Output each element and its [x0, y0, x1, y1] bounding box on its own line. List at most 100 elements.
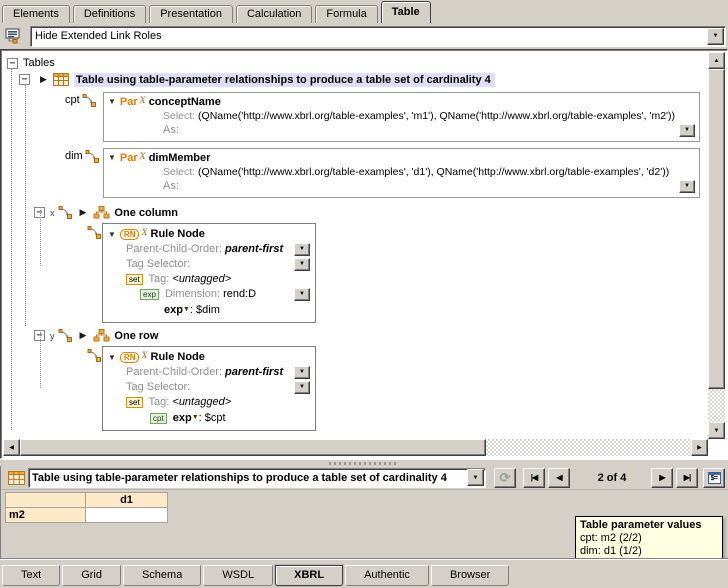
axis-label: y	[50, 331, 55, 341]
parent-child-order-row: Parent-Child-Order: parent-first ▼	[106, 242, 312, 257]
view-tab-bar: Text Grid Schema WSDL XBRL Authentic Bro…	[0, 558, 728, 588]
exp-dropdown-icon[interactable]: ▼	[192, 414, 199, 421]
scroll-left-icon[interactable]: ◀	[3, 439, 20, 456]
collapse-triangle-icon[interactable]: ▼	[108, 97, 116, 106]
parameter-as-line: As: ▼	[106, 179, 697, 195]
tab-presentation[interactable]: Presentation	[149, 5, 233, 23]
link-roles-button[interactable]	[2, 25, 26, 47]
table-title[interactable]: Table using table-parameter relationship…	[74, 73, 495, 87]
collapse-minus-icon[interactable]: −	[7, 58, 18, 69]
vertical-scrollbar[interactable]: ▲ ▼	[708, 52, 725, 439]
rule-node-header[interactable]: ▼ RN X Rule Node	[106, 226, 312, 242]
previous-page-button[interactable]: ◀	[548, 468, 570, 488]
parameter-header[interactable]: ▼ Par X conceptName	[106, 94, 697, 109]
tables-root-label: Tables	[23, 57, 55, 69]
pco-value: parent-first	[225, 366, 283, 378]
exp-keyword: exp	[164, 304, 183, 316]
parameter-name: dimMember	[149, 152, 211, 164]
link-roles-combobox[interactable]: Hide Extended Link Roles ▼	[30, 26, 726, 47]
rule-node-gutter	[87, 223, 102, 323]
tab-definitions[interactable]: Definitions	[73, 5, 146, 23]
tree-row-tables[interactable]: − Tables	[3, 55, 708, 71]
tree-row-one-row[interactable]: − y ▶	[3, 327, 708, 344]
chevron-down-icon[interactable]: ▼	[707, 28, 724, 45]
tab-formula[interactable]: Formula	[315, 5, 377, 23]
collapse-triangle-icon[interactable]: ▼	[108, 230, 116, 239]
panel-splitter[interactable]	[0, 459, 728, 466]
view-tab-browser[interactable]: Browser	[431, 565, 509, 586]
next-page-button[interactable]: ▶	[651, 468, 673, 488]
expand-arrow-icon[interactable]: ▶	[80, 207, 87, 218]
as-label: As:	[163, 124, 179, 136]
rule-node-block-y: ▼ RN X Rule Node Parent-Child-Order: par…	[87, 346, 708, 431]
data-cell[interactable]	[86, 508, 168, 523]
parameter-select-line: Select: (QName('http://www.xbrl.org/tabl…	[106, 165, 697, 179]
tab-calculation[interactable]: Calculation	[236, 5, 312, 23]
rule-node-header[interactable]: ▼ RN X Rule Node	[106, 349, 312, 365]
parameter-gutter: cpt	[65, 92, 103, 142]
column-header-cell[interactable]: d1	[86, 493, 168, 508]
collapse-triangle-icon[interactable]: ▼	[108, 153, 116, 162]
dimension-label: Dimension:	[165, 288, 220, 300]
rule-node-block-x: ▼ RN X Rule Node Parent-Child-Order: par…	[87, 223, 708, 323]
parameter-box-conceptName[interactable]: ▼ Par X conceptName Select: (QName('http…	[103, 92, 700, 142]
chevron-down-icon[interactable]: ▼	[679, 124, 695, 137]
rule-node-box-y[interactable]: ▼ RN X Rule Node Parent-Child-Order: par…	[102, 346, 316, 431]
rule-node-title: Rule Node	[151, 228, 205, 240]
parameter-box-dimMember[interactable]: ▼ Par X dimMember Select: (QName('http:/…	[103, 148, 700, 198]
select-value: (QName('http://www.xbrl.org/table-exampl…	[198, 110, 675, 122]
view-tab-authentic[interactable]: Authentic	[345, 565, 429, 586]
rule-node-gutter	[87, 346, 102, 431]
parameter-as-line: As: ▼	[106, 123, 697, 139]
view-tab-text[interactable]: Text	[2, 565, 60, 586]
parameter-header[interactable]: ▼ Par X dimMember	[106, 150, 697, 165]
view-tab-grid[interactable]: Grid	[62, 565, 121, 586]
link-roles-icon	[5, 28, 23, 44]
scroll-thumb[interactable]	[708, 69, 725, 389]
parameter-values-button[interactable]: $=	[703, 468, 725, 488]
dimension-value: rend:D	[223, 288, 256, 300]
param-ref-icon	[58, 329, 73, 342]
tree-row-table[interactable]: − ▶ Table using table-parameter relation…	[3, 71, 708, 88]
chevron-down-icon[interactable]: ▼	[294, 288, 310, 301]
expression-row: cpt exp▼: $cpt	[106, 410, 312, 426]
tree-row-one-column[interactable]: − x ▶	[3, 204, 708, 221]
expression-row: exp▼: $dim	[106, 302, 312, 318]
refresh-icon: ⟳	[500, 470, 511, 486]
horizontal-scrollbar[interactable]: ◀ ▶	[3, 439, 708, 456]
chevron-down-icon[interactable]: ▼	[294, 243, 310, 256]
first-page-button[interactable]: |◀	[523, 468, 545, 488]
table-row: d1	[6, 493, 168, 508]
view-tab-schema[interactable]: Schema	[123, 565, 201, 586]
view-tab-xbrl[interactable]: XBRL	[275, 565, 343, 586]
last-page-button[interactable]: ▶|	[676, 468, 698, 488]
chevron-down-icon[interactable]: ▼	[679, 180, 695, 193]
corner-cell[interactable]	[6, 493, 86, 508]
collapse-triangle-icon[interactable]: ▼	[108, 353, 116, 362]
scroll-down-icon[interactable]: ▼	[708, 422, 725, 439]
top-tab-bar: Elements Definitions Presentation Calcul…	[0, 0, 728, 23]
tab-elements[interactable]: Elements	[2, 5, 70, 23]
expand-arrow-icon[interactable]: ▶	[80, 330, 87, 341]
chevron-down-icon[interactable]: ▼	[294, 381, 310, 394]
chevron-down-icon[interactable]: ▼	[294, 366, 310, 379]
refresh-button[interactable]: ⟳	[494, 468, 516, 488]
param-ref-icon	[82, 94, 97, 107]
chevron-down-icon[interactable]: ▼	[467, 469, 484, 486]
expand-arrow-icon[interactable]: ▶	[40, 74, 47, 85]
rule-node-box-x[interactable]: ▼ RN X Rule Node Parent-Child-Order: par…	[102, 223, 316, 323]
splitter-grip-icon	[329, 462, 399, 465]
scroll-thumb[interactable]	[20, 439, 486, 456]
row-header-cell[interactable]: m2	[6, 508, 86, 523]
preview-table-selector[interactable]: Table using table-parameter relationship…	[28, 468, 486, 488]
tab-table[interactable]: Table	[381, 1, 431, 23]
pco-label: Parent-Child-Order:	[126, 243, 222, 255]
chevron-down-icon[interactable]: ▼	[294, 258, 310, 271]
scroll-up-icon[interactable]: ▲	[708, 52, 725, 69]
tag-value: <untagged>	[172, 396, 231, 408]
rule-node-title: Rule Node	[151, 351, 205, 363]
scroll-right-icon[interactable]: ▶	[691, 439, 708, 456]
tree-content: − Tables − ▶ Table using table-p	[3, 52, 708, 439]
view-tab-wsdl[interactable]: WSDL	[203, 565, 273, 586]
exp-dropdown-icon[interactable]: ▼	[183, 306, 190, 313]
